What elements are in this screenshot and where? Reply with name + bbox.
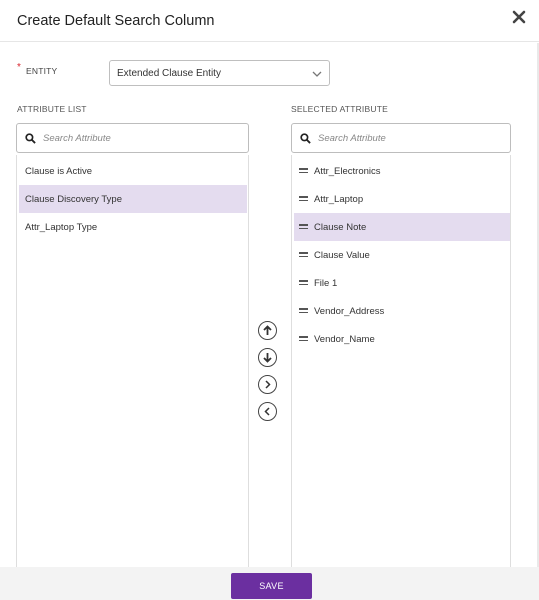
attribute-item-label: Clause Discovery Type <box>25 194 122 205</box>
chevron-down-icon <box>312 71 322 77</box>
drag-handle-icon[interactable] <box>299 336 308 342</box>
dialog-header: Create Default Search Column <box>0 0 539 42</box>
required-mark: * <box>17 62 21 73</box>
drag-handle-icon[interactable] <box>299 196 308 202</box>
selected-list-item[interactable]: Clause Note <box>294 213 510 241</box>
selected-list-item[interactable]: Attr_Laptop <box>294 185 510 213</box>
selected-list-item[interactable]: Clause Value <box>294 241 510 269</box>
move-right-icon <box>265 380 271 389</box>
search-icon <box>25 133 36 144</box>
drag-handle-icon[interactable] <box>299 168 308 174</box>
selected-list-item[interactable]: Attr_Electronics <box>294 157 510 185</box>
selected-item-label: Clause Note <box>314 222 367 233</box>
attribute-list-item[interactable]: Clause is Active <box>19 157 247 185</box>
move-down-icon <box>263 353 272 363</box>
selected-item-label: Vendor_Name <box>314 334 375 345</box>
save-button[interactable]: SAVE <box>231 573 312 599</box>
entity-row: * ENTITY Extended Clause Entity <box>17 60 337 86</box>
selected-attribute-label: SELECTED ATTRIBUTE <box>291 104 388 114</box>
attribute-list-item[interactable]: Clause Discovery Type <box>19 185 247 213</box>
drag-handle-icon[interactable] <box>299 224 308 230</box>
drag-handle-icon[interactable] <box>299 280 308 286</box>
entity-label: ENTITY <box>26 66 58 76</box>
attribute-list: Clause is Active Clause Discovery Type A… <box>16 155 249 575</box>
drag-handle-icon[interactable] <box>299 308 308 314</box>
attribute-search-input[interactable] <box>43 129 239 147</box>
selected-list-item[interactable]: Vendor_Name <box>294 325 510 353</box>
selected-search-box <box>291 123 514 153</box>
selected-item-label: Vendor_Address <box>314 306 385 317</box>
selected-item-label: Attr_Laptop <box>314 194 364 205</box>
drag-handle-icon[interactable] <box>299 252 308 258</box>
move-left-icon <box>264 407 270 416</box>
move-up-button[interactable] <box>258 321 277 340</box>
selected-list-item[interactable]: Vendor_Address <box>294 297 510 325</box>
attribute-search-box <box>16 123 249 153</box>
attribute-item-label: Clause is Active <box>25 166 93 177</box>
attribute-list-item[interactable]: Attr_Laptop Type <box>19 213 247 241</box>
selected-item-label: File 1 <box>314 278 338 289</box>
dialog-footer: SAVE <box>0 567 539 600</box>
move-right-button[interactable] <box>258 375 277 394</box>
selected-search-input[interactable] <box>318 129 514 147</box>
close-icon[interactable] <box>511 9 527 25</box>
selected-attribute-list: Attr_Electronics Attr_Laptop Clause Note… <box>291 155 511 575</box>
selected-item-label: Attr_Electronics <box>314 166 381 177</box>
move-down-button[interactable] <box>258 348 277 367</box>
entity-select-value: Extended Clause Entity <box>117 68 221 79</box>
move-left-button[interactable] <box>258 402 277 421</box>
attribute-list-label: ATTRIBUTE LIST <box>17 104 87 114</box>
entity-select[interactable]: Extended Clause Entity <box>109 60 330 86</box>
move-up-icon <box>263 325 272 335</box>
search-icon <box>300 133 311 144</box>
attribute-item-label: Attr_Laptop Type <box>25 222 98 233</box>
dialog-title: Create Default Search Column <box>17 13 215 29</box>
selected-list-item[interactable]: File 1 <box>294 269 510 297</box>
selected-item-label: Clause Value <box>314 250 370 261</box>
